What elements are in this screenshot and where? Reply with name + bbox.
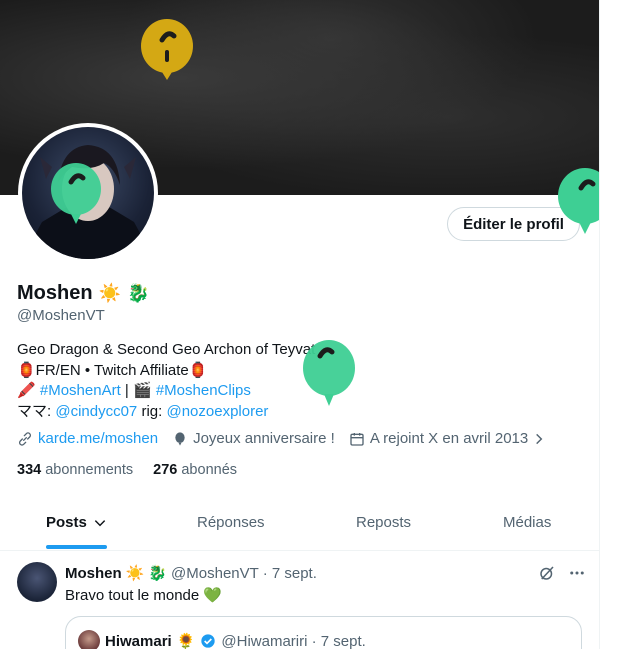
quoted-tweet[interactable]: Hiwamari 🌻 @Hiwamariri · 7 sept. [65, 616, 582, 649]
bio-line: 🖍️ #MoshenArt | 🎬 #MoshenClips [17, 381, 315, 402]
dragon-emoji-icon: 🐉 [148, 565, 168, 582]
tweet-header: Moshen ☀️ 🐉 @MoshenVT · 7 sept. [65, 564, 317, 583]
green-balloon-icon [51, 163, 101, 224]
tweet[interactable]: Moshen ☀️ 🐉 @MoshenVT · 7 sept. Bravo to… [0, 551, 599, 649]
hashtag-link[interactable]: #MoshenClips [156, 382, 251, 399]
active-tab-indicator [46, 545, 107, 549]
tweet-actions [538, 564, 586, 582]
grok-icon[interactable] [538, 564, 556, 582]
profile-tabs: Posts Réponses Reposts Médias [0, 500, 599, 551]
birthday-item: Joyeux anniversaire ! [172, 430, 335, 447]
mention-link[interactable]: @nozoexplorer [166, 403, 268, 420]
tab-media[interactable]: Médias [503, 514, 551, 531]
chevron-right-icon [536, 433, 543, 444]
quote-author: Hiwamari [105, 632, 172, 649]
tab-posts[interactable]: Posts [46, 514, 107, 531]
calendar-icon [350, 432, 364, 446]
joined-item[interactable]: A rejoint X en avril 2013 [349, 430, 551, 447]
bio-line: 🏮FR/EN • Twitch Affiliate🏮 [17, 361, 208, 379]
profile-bio: Geo Dragon & Second Geo Archon of Teyvat… [17, 340, 315, 422]
tweet-author[interactable]: Moshen [65, 565, 122, 582]
tweet-avatar[interactable] [17, 562, 57, 602]
tab-reposts[interactable]: Reposts [356, 514, 411, 531]
profile-meta: karde.me/moshen Joyeux anniversaire ! A … [17, 430, 565, 447]
yellow-balloon-icon [141, 19, 193, 80]
profile-link[interactable]: karde.me/moshen [17, 430, 158, 447]
sun-emoji-icon: ☀️ [125, 565, 145, 582]
green-balloon-icon [558, 168, 599, 234]
rig-label: rig: [137, 402, 167, 420]
tab-replies[interactable]: Réponses [197, 514, 265, 531]
quoted-tweet-header: Hiwamari 🌻 @Hiwamariri · 7 sept. [78, 630, 366, 649]
profile-column: Éditer le profil Moshen ☀️ 🐉 @MoshenVT G… [0, 0, 600, 649]
balloon-icon [175, 431, 185, 446]
clapper-emoji-icon: 🎬 [132, 382, 152, 399]
following-link[interactable]: 334 abonnements [17, 462, 133, 478]
bio-line: ママ: @cindycc07 rig: @nozoexplorer [17, 402, 315, 423]
profile-name: Moshen ☀️ 🐉 [17, 282, 149, 305]
sun-emoji-icon: ☀️ [98, 283, 121, 303]
verified-badge-icon [201, 634, 216, 648]
quote-avatar [78, 630, 100, 649]
crayon-emoji-icon: 🖍️ [17, 382, 36, 399]
dragon-emoji-icon: 🐉 [126, 283, 150, 303]
separator: | [120, 382, 133, 399]
hashtag-link[interactable]: #MoshenArt [40, 382, 121, 399]
sunflower-emoji-icon: 🌻 [176, 633, 196, 649]
profile-stats: 334 abonnements 276 abonnés [17, 462, 237, 478]
bio-line: Geo Dragon & Second Geo Archon of Teyvat [17, 341, 316, 358]
green-balloon-icon [303, 340, 355, 406]
followers-link[interactable]: 276 abonnés [153, 462, 237, 478]
mama-label: ママ: [17, 402, 56, 420]
mention-link[interactable]: @cindycc07 [55, 403, 137, 420]
tweet-text: Bravo tout le monde 💚 [65, 587, 223, 604]
tweet-handle-date[interactable]: @MoshenVT · 7 sept. [171, 565, 317, 582]
chevron-down-icon [94, 519, 106, 526]
more-icon[interactable] [568, 564, 586, 582]
quote-handle-date: @Hiwamariri · 7 sept. [221, 632, 366, 649]
display-name: Moshen [17, 282, 93, 304]
profile-handle: @MoshenVT [17, 307, 105, 324]
link-icon [19, 431, 31, 446]
